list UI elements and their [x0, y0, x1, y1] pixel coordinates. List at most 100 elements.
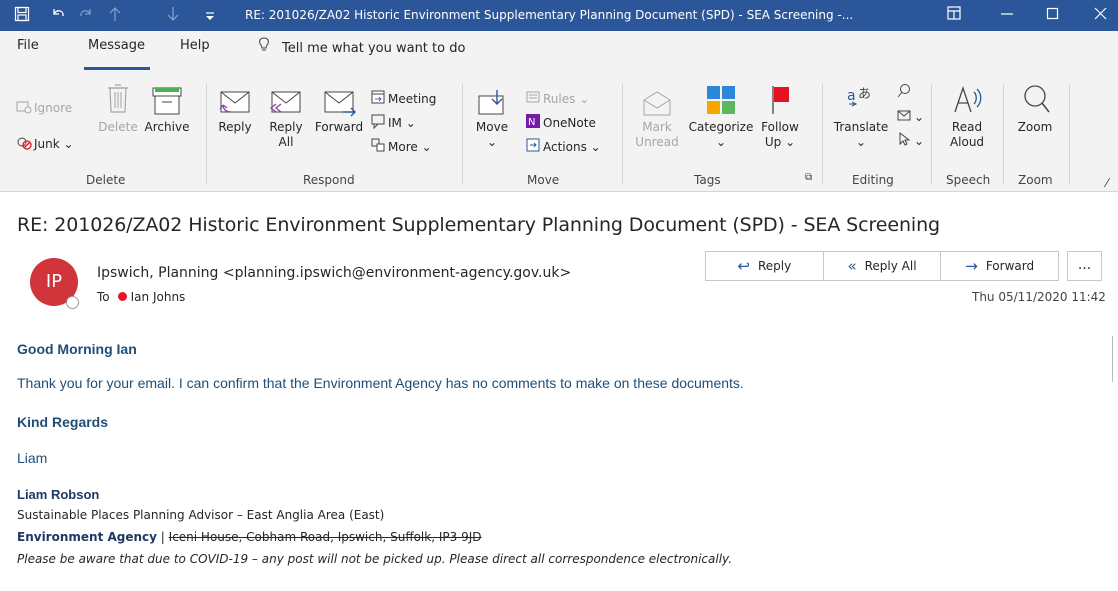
ignore-button[interactable]: Ignore [16, 100, 72, 116]
tab-help[interactable]: Help [180, 38, 210, 53]
reply-arrow-icon: ↩ [737, 257, 750, 275]
follow-up-button[interactable]: Follow Up ⌄ [758, 82, 802, 150]
chevron-down-icon: ⌄ [575, 92, 590, 106]
delete-button[interactable]: Delete [94, 82, 142, 135]
archive-button[interactable]: Archive [141, 82, 193, 135]
move-button[interactable]: Move ⌄ [472, 88, 512, 150]
body-greeting: Good Morning Ian [17, 341, 137, 357]
rules-button[interactable]: Rules ⌄ [525, 89, 589, 107]
translate-icon: aあ [847, 87, 871, 107]
flag-icon [772, 86, 789, 114]
actions-button[interactable]: Actions ⌄ [525, 137, 601, 155]
more-label: More [388, 140, 418, 154]
tell-me-search[interactable]: Tell me what you want to do [258, 37, 465, 56]
forward-arrow-icon: → [965, 257, 978, 275]
tab-file[interactable]: File [17, 38, 39, 53]
mark-unread-button[interactable]: Mark Unread [632, 88, 682, 150]
restore-ribbon-icon[interactable] [946, 5, 962, 25]
move-icon [478, 90, 504, 115]
signature-role: Sustainable Places Planning Advisor – Ea… [17, 508, 385, 522]
meeting-reply-icon [370, 89, 386, 104]
select-button[interactable]: ⌄ [896, 131, 924, 149]
scrollbar[interactable] [1112, 336, 1118, 382]
actions-icon [525, 137, 541, 152]
onenote-button[interactable]: N OneNote [525, 113, 596, 131]
cursor-icon [896, 131, 912, 146]
customize-icon[interactable] [204, 8, 216, 26]
categorize-icon [707, 86, 735, 114]
group-label-zoom: Zoom [1018, 173, 1053, 187]
reply-action-label: Reply [758, 259, 792, 273]
forward-icon [324, 91, 356, 117]
group-label-move: Move [527, 173, 560, 187]
body-line: Thank you for your email. I can confirm … [17, 375, 744, 391]
delete-label: Delete [98, 120, 138, 134]
junk-button[interactable]: Junk ⌄ [16, 136, 74, 152]
archive-label: Archive [144, 120, 190, 134]
reply-all-icon [269, 91, 301, 113]
ribbon-separator [206, 84, 207, 184]
signature-separator: | [156, 530, 169, 544]
group-label-respond: Respond [303, 173, 355, 187]
junk-icon [16, 136, 32, 150]
mark-label-1: Mark [642, 120, 672, 134]
archive-icon [152, 87, 182, 115]
svg-text:a: a [847, 88, 856, 104]
dialog-launcher-icon[interactable]: ⧉ [805, 172, 812, 183]
follow-label-1: Follow [761, 120, 799, 134]
body-signoff: Liam [17, 450, 48, 466]
chevron-down-icon: ⌄ [401, 116, 416, 130]
chevron-down-icon: ⌄ [914, 134, 925, 148]
group-label-editing: Editing [852, 173, 894, 187]
related-button[interactable]: ⌄ [896, 107, 924, 125]
recipient-name[interactable]: Ian Johns [131, 290, 186, 304]
more-respond-button[interactable]: More ⌄ [370, 137, 432, 155]
chevron-down-icon: ⌄ [781, 135, 796, 149]
maximize-icon[interactable] [1046, 5, 1060, 25]
redo-icon[interactable] [78, 6, 94, 26]
forward-action-button[interactable]: → Forward [941, 252, 1058, 280]
rules-icon [525, 89, 541, 103]
chevron-down-icon: ⌄ [855, 135, 867, 149]
zoom-button[interactable]: Zoom [1012, 82, 1058, 135]
signature-name: Liam Robson [17, 487, 100, 502]
lightbulb-icon [258, 37, 270, 56]
minimize-icon[interactable] [1000, 5, 1014, 25]
more-icon [370, 137, 386, 152]
reply-all-button[interactable]: Reply All [264, 88, 308, 150]
more-actions-button[interactable]: ... [1067, 251, 1102, 281]
reply-all-action-button[interactable]: « Reply All [824, 252, 942, 280]
undo-icon[interactable] [50, 6, 66, 26]
tell-me-text: Tell me what you want to do [282, 41, 466, 56]
signature-agency-line: Environment Agency | Iceni House, Cobham… [17, 530, 481, 544]
read-aloud-icon [954, 85, 982, 113]
collapse-ribbon-icon[interactable]: ⁄ [1106, 176, 1108, 190]
reply-action-button[interactable]: ↩ Reply [706, 252, 824, 280]
to-label: To [97, 290, 110, 304]
reply-all-label-1: Reply [269, 120, 303, 134]
save-icon[interactable] [14, 6, 30, 26]
signature-covid-note: Please be aware that due to COVID-19 – a… [17, 552, 733, 566]
signature-agency: Environment Agency [17, 530, 157, 544]
sender-name[interactable]: Ipswich, Planning <planning.ipswich@envi… [97, 265, 571, 281]
tab-message[interactable]: Message [88, 38, 145, 53]
forward-label: Forward [314, 120, 364, 134]
chevron-down-icon: ⌄ [59, 137, 74, 151]
envelope-icon [896, 107, 912, 121]
reply-button[interactable]: Reply [212, 88, 258, 135]
forward-button[interactable]: Forward [312, 88, 366, 135]
im-button[interactable]: IM ⌄ [370, 113, 416, 131]
presence-busy-icon [117, 292, 127, 301]
meeting-button[interactable]: Meeting [370, 89, 436, 107]
email-subject: RE: 201026/ZA02 Historic Environment Sup… [17, 214, 940, 236]
ribbon-separator [462, 84, 463, 184]
up-icon[interactable] [108, 6, 122, 26]
down-icon[interactable] [166, 6, 180, 26]
read-aloud-button[interactable]: Read Aloud [940, 82, 994, 150]
categorize-button[interactable]: Categorize ⌄ [684, 82, 758, 150]
translate-button[interactable]: aあ Translate ⌄ [832, 82, 890, 150]
actions-label: Actions [543, 140, 587, 154]
find-button[interactable] [896, 83, 914, 101]
close-icon[interactable] [1094, 5, 1108, 25]
reply-label: Reply [218, 120, 252, 134]
